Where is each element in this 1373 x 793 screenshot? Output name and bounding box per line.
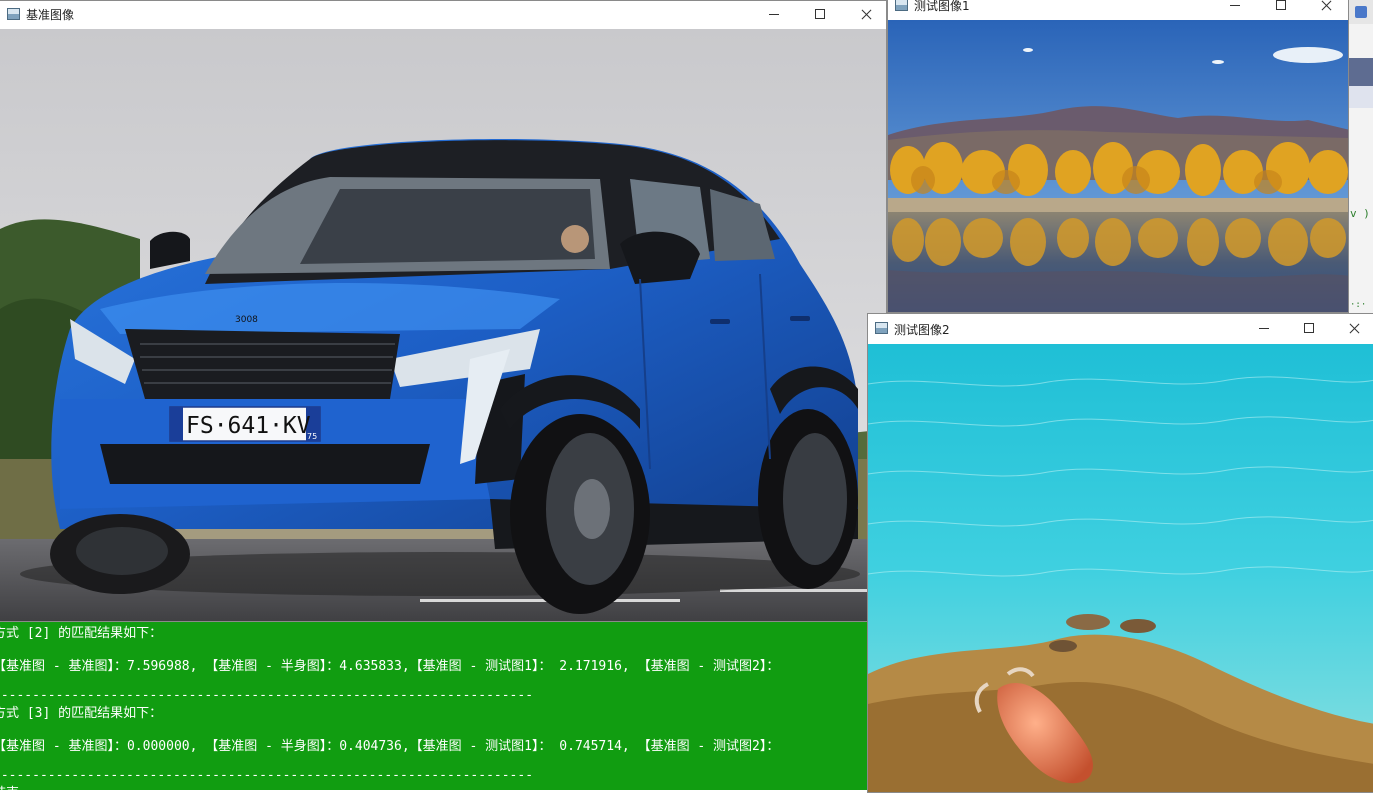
console-line: 结束 xyxy=(0,786,19,790)
license-plate-region: 75 xyxy=(307,432,317,441)
console-output: 方式 [2] 的匹配结果如下： 【基准图 - 基准图】：7.596988, 【基… xyxy=(0,622,868,790)
file-icon xyxy=(1355,6,1367,18)
base-image-window[interactable]: 基准图像 3008 FS·641·KV 75 xyxy=(0,0,887,622)
console-line: 【基准图 - 基准图】：0.000000, 【基准图 - 半身图】：0.4047… xyxy=(0,739,780,754)
window-title: 测试图像1 xyxy=(914,0,970,13)
license-plate-text: FS·641·KV xyxy=(186,413,311,439)
console-line: 方式 [3] 的匹配结果如下： xyxy=(0,706,163,721)
close-button[interactable] xyxy=(843,1,886,29)
test-image-1-window[interactable]: 测试图像1 xyxy=(887,0,1349,313)
ide-code-fragment: v ) xyxy=(1350,207,1370,220)
window-title: 测试图像2 xyxy=(894,323,950,337)
background-ide-panel: v ) ·:· xyxy=(1348,0,1373,320)
maximize-button[interactable] xyxy=(1286,315,1332,343)
close-button[interactable] xyxy=(1303,0,1348,20)
title-bar[interactable]: 测试图像2 xyxy=(868,314,1373,344)
ide-code-dots: ·:· xyxy=(1350,300,1367,310)
app-icon xyxy=(875,322,888,334)
app-icon xyxy=(895,0,908,11)
image-canvas xyxy=(868,344,1373,792)
close-button[interactable] xyxy=(1331,315,1373,343)
console-line: 方式 [2] 的匹配结果如下： xyxy=(0,626,163,641)
model-badge-text: 3008 xyxy=(235,315,258,325)
ide-tab[interactable] xyxy=(1349,0,1373,24)
front-wheel xyxy=(50,514,190,594)
minimize-button[interactable] xyxy=(751,1,797,29)
ide-toolbar xyxy=(1349,58,1373,86)
car-image: 3008 FS·641·KV 75 xyxy=(0,29,886,621)
image-canvas: 3008 FS·641·KV 75 xyxy=(0,29,886,621)
maximize-button[interactable] xyxy=(797,1,843,29)
minimize-button[interactable] xyxy=(1212,0,1258,20)
minimize-button[interactable] xyxy=(1241,315,1287,343)
image-canvas xyxy=(888,20,1348,312)
title-bar[interactable]: 基准图像 xyxy=(0,1,886,29)
test-image-2-window[interactable]: 测试图像2 xyxy=(867,313,1373,793)
console-line: ----------------------------------------… xyxy=(0,768,534,783)
window-title: 基准图像 xyxy=(26,8,75,22)
console-line: 【基准图 - 基准图】：7.596988, 【基准图 - 半身图】：4.6358… xyxy=(0,659,780,674)
app-icon xyxy=(7,8,20,20)
rear-wheel-right xyxy=(510,414,650,614)
title-bar[interactable]: 测试图像1 xyxy=(888,0,1348,20)
beach-amphora-image xyxy=(868,344,1373,792)
rear-wheel-far xyxy=(758,409,858,589)
ide-toolbar-row xyxy=(1349,86,1373,108)
maximize-button[interactable] xyxy=(1258,0,1304,20)
console-line: ----------------------------------------… xyxy=(0,688,534,703)
autumn-lake-image xyxy=(888,20,1348,312)
